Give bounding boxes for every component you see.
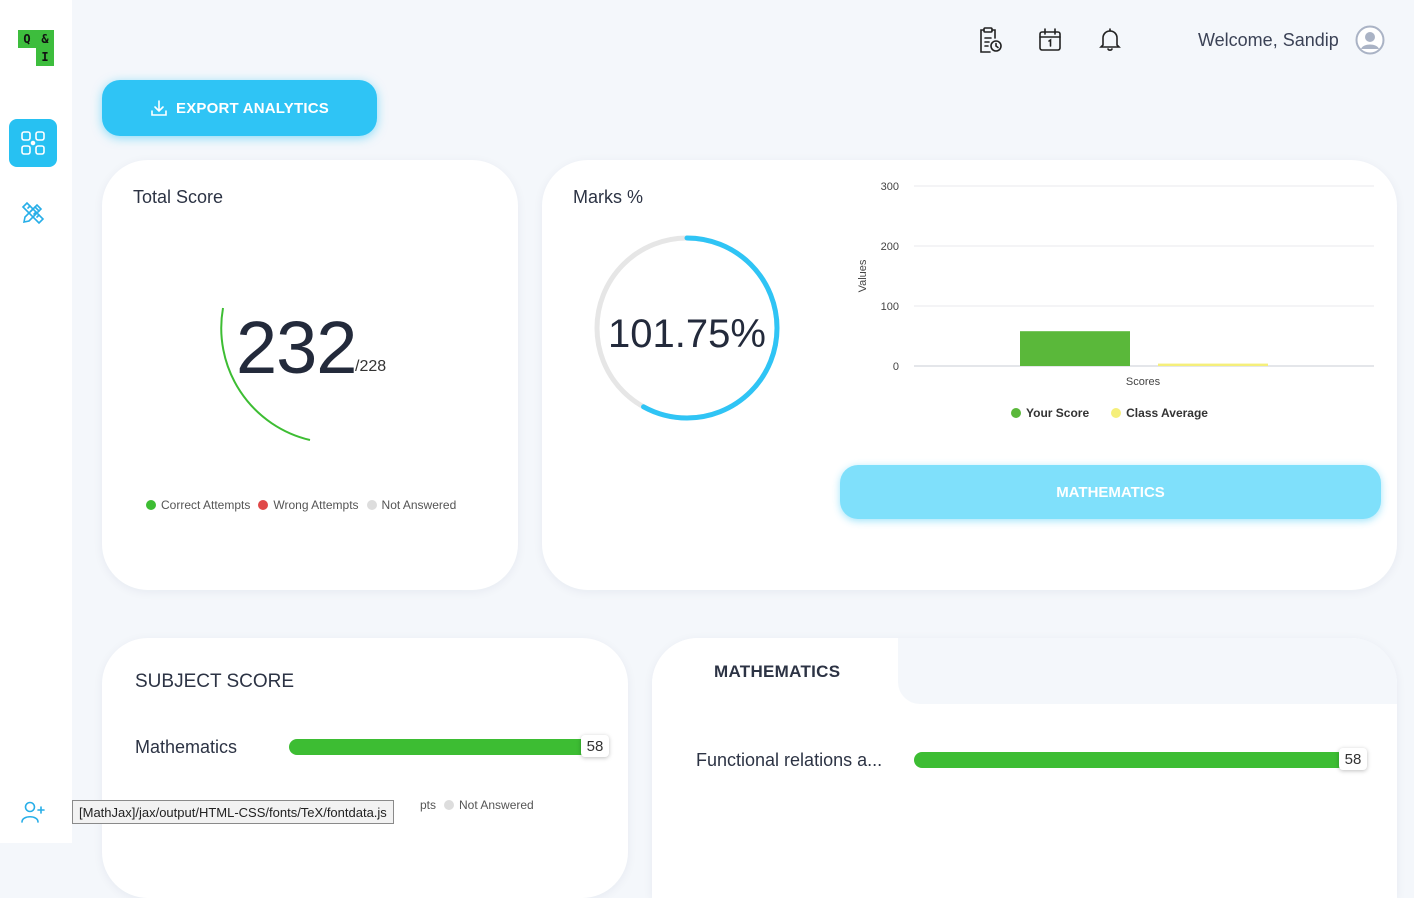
topic-row-value: 58 bbox=[1339, 748, 1367, 770]
logo-letter-i: I bbox=[36, 48, 54, 66]
chart-y-axis-label: Values bbox=[857, 259, 869, 292]
pencil-ruler-icon bbox=[21, 201, 45, 225]
grid-icon bbox=[21, 131, 45, 155]
legend-wrong-label: Wrong Attempts bbox=[273, 498, 359, 512]
subject-score-title: SUBJECT SCORE bbox=[135, 671, 295, 692]
calendar-icon bbox=[1039, 28, 1061, 51]
user-avatar-icon bbox=[1355, 25, 1385, 55]
chart-y-tick-label: 300 bbox=[881, 181, 899, 193]
chart-y-tick-label: 200 bbox=[881, 241, 899, 253]
notifications-button[interactable] bbox=[1094, 24, 1126, 56]
logo-letter-q: Q bbox=[18, 30, 36, 48]
status-tooltip: [MathJax]/jax/output/HTML-CSS/fonts/TeX/… bbox=[72, 800, 394, 824]
bell-icon bbox=[1099, 28, 1121, 51]
chart-y-tick-label: 100 bbox=[881, 301, 899, 313]
total-score-value: 232 bbox=[236, 306, 357, 389]
mathematics-subject-label: MATHEMATICS bbox=[1056, 483, 1165, 501]
mathematics-subject-button[interactable]: MATHEMATICS bbox=[840, 465, 1381, 519]
logo-letter-amp: & bbox=[36, 30, 54, 48]
legend-correct-attempts[interactable]: Correct Attempts bbox=[146, 498, 250, 512]
total-score-title: Total Score bbox=[133, 187, 224, 207]
legend-not-answered[interactable]: Not Answered bbox=[366, 498, 457, 512]
sidebar: Q & I bbox=[0, 0, 72, 843]
subject-row-value: 58 bbox=[581, 735, 609, 757]
logo-blank bbox=[18, 48, 36, 66]
subject-row-bar bbox=[289, 739, 589, 755]
subject-row-label: Mathematics bbox=[135, 737, 238, 757]
legend-class-average[interactable]: Class Average bbox=[1111, 406, 1208, 420]
chart-x-axis-label: Scores bbox=[1126, 376, 1161, 388]
chart-legend: Your Score Class Average bbox=[1011, 406, 1208, 420]
welcome-text: Welcome, Sandip bbox=[1198, 30, 1339, 50]
export-analytics-label: EXPORT ANALYTICS bbox=[176, 99, 329, 117]
score-bar-chart: 0 100 200 300 Values Scores bbox=[857, 181, 1374, 388]
subject-legend-not-answered[interactable]: Not Answered bbox=[444, 798, 534, 812]
calendar-button[interactable] bbox=[1034, 24, 1066, 56]
app-logo[interactable]: Q & I bbox=[18, 30, 54, 66]
subject-legend-partial: pts bbox=[420, 798, 437, 812]
report-clock-icon bbox=[980, 27, 1002, 53]
subject-legend-not-answered-label: Not Answered bbox=[459, 798, 534, 812]
chart-bar-your-score[interactable] bbox=[1020, 331, 1130, 366]
chart-bar-class-average[interactable] bbox=[1158, 363, 1268, 366]
legend-your-score-label: Your Score bbox=[1026, 406, 1090, 420]
legend-wrong-attempts[interactable]: Wrong Attempts bbox=[258, 498, 359, 512]
total-score-legend: Correct Attempts Wrong Attempts Not Answ… bbox=[146, 498, 456, 512]
tab-mathematics-label: MATHEMATICS bbox=[714, 662, 841, 681]
legend-class-average-label: Class Average bbox=[1126, 406, 1208, 420]
subject-score-legend: pts Not Answered bbox=[420, 798, 534, 812]
legend-not-answered-label: Not Answered bbox=[381, 498, 457, 512]
legend-correct-label: Correct Attempts bbox=[161, 498, 251, 512]
total-score-max: /228 bbox=[355, 358, 387, 375]
download-icon bbox=[151, 100, 167, 116]
chart-y-tick-label: 0 bbox=[893, 361, 899, 373]
export-analytics-button[interactable]: EXPORT ANALYTICS bbox=[102, 80, 377, 136]
topic-panel-tab-gap bbox=[898, 638, 1397, 704]
sidebar-item-tools[interactable] bbox=[9, 189, 57, 237]
topic-row-bar bbox=[914, 752, 1346, 768]
user-avatar[interactable] bbox=[1355, 25, 1385, 55]
add-user-icon bbox=[21, 801, 45, 823]
marks-percent: 101.75% bbox=[608, 312, 766, 356]
legend-your-score[interactable]: Your Score bbox=[1011, 406, 1089, 420]
sidebar-item-dashboard[interactable] bbox=[9, 119, 57, 167]
topic-row-label: Functional relations a... bbox=[696, 750, 883, 770]
sidebar-item-add-user[interactable] bbox=[9, 788, 57, 836]
report-clock-button[interactable] bbox=[974, 24, 1006, 56]
marks-title: Marks % bbox=[573, 187, 644, 207]
